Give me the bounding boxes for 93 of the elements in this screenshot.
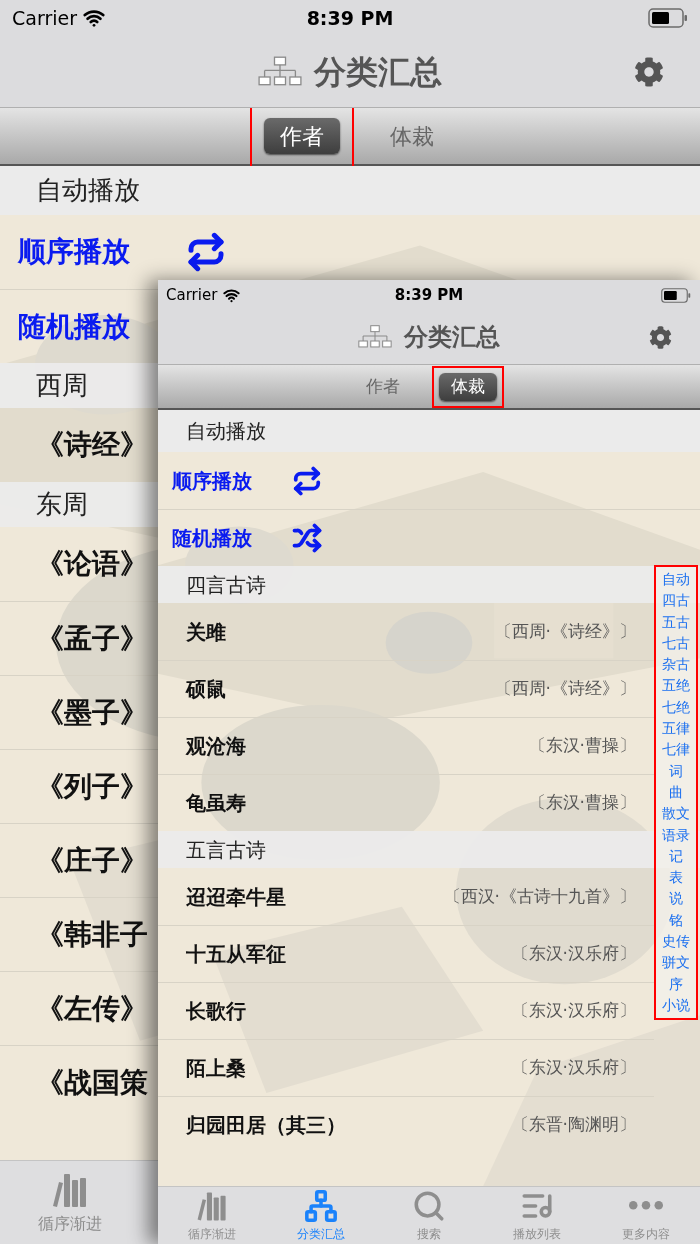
battery-icon [660,287,692,303]
play-mode-link[interactable]: 顺序播放 [172,465,252,496]
index-item[interactable]: 七古 [662,632,690,655]
list-row[interactable]: 《诗经》 [0,408,158,482]
row-title: 十五从军征 [186,941,286,968]
play-mode-link[interactable]: 顺序播放 [18,231,130,273]
index-item[interactable]: 自动 [662,569,690,591]
tab-item[interactable]: 播放列表 [483,1187,592,1244]
nav-title: 分类汇总 [404,322,500,353]
carrier-label: Carrier [166,284,218,306]
row-title: 《诗经》 [36,427,148,463]
index-item[interactable]: 说 [669,888,683,910]
index-item[interactable]: 序 [669,973,683,995]
row-source: 〔东汉·曹操〕 [528,734,636,758]
wifi-icon [83,7,105,29]
row-title: 观沧海 [186,733,246,760]
settings-icon[interactable] [649,325,672,349]
list-row[interactable]: 归园田居（其三） 〔东晋·陶渊明〕 [158,1096,654,1153]
index-item[interactable]: 五绝 [662,675,690,697]
index-item[interactable]: 七律 [662,739,690,761]
index-item[interactable]: 杂古 [662,654,690,676]
list-row[interactable]: 陌上桑 〔东汉·汉乐府〕 [158,1039,654,1096]
segment-tab[interactable]: 体裁 [374,118,450,154]
time-label: 8:39 PM [394,284,464,306]
row-source: 〔东汉·汉乐府〕 [511,942,636,966]
row-title: 归园田居（其三） [186,1112,346,1139]
row-title: 长歌行 [186,998,246,1025]
index-item[interactable]: 史传 [662,931,690,953]
index-item[interactable]: 小说 [662,994,690,1017]
row-source: 〔西周·《诗经》〕 [494,619,636,643]
row-title: 硕鼠 [186,676,226,703]
list-row[interactable]: 《论语》 [0,527,158,601]
row-title: 迢迢牵牛星 [186,883,286,911]
row-title: 《韩非子 [36,916,148,953]
shuffle-icon [292,523,322,553]
row-source: 〔东汉·汉乐府〕 [511,1056,636,1080]
section-header: 自动播放 [158,410,700,452]
row-title: 《战国策 [36,1064,148,1101]
index-item[interactable]: 五律 [662,718,690,740]
repeat-icon [292,465,322,496]
more-icon [628,1201,663,1210]
section-header: 西周 [0,363,158,408]
row-title: 《左传》 [36,990,148,1027]
index-item[interactable]: 四古 [662,590,690,612]
segment-tab[interactable]: 作者 [264,118,340,154]
row-source: 〔东汉·曹操〕 [528,791,636,815]
row-source: 〔西周·《诗经》〕 [494,677,636,701]
repeat-icon [186,232,226,272]
play-mode-link[interactable]: 随机播放 [18,305,130,348]
segment-tab[interactable]: 作者 [354,372,412,401]
row-title: 《论语》 [36,546,148,582]
carrier-label: Carrier [12,5,77,31]
index-item[interactable]: 曲 [669,781,683,804]
search-icon [412,1188,446,1223]
index-item[interactable]: 散文 [662,803,690,825]
index-item[interactable]: 语录 [662,824,690,846]
row-title: 关雎 [186,618,226,646]
tab-item[interactable]: 循序渐进 [158,1187,267,1244]
sitemap-icon [303,1188,338,1223]
list-row[interactable]: 迢迢牵牛星 〔西汉·《古诗十九首》〕 [158,868,654,925]
index-item[interactable]: 五古 [662,611,690,633]
settings-icon[interactable] [634,56,664,87]
row-title: 龟虽寿 [186,790,246,817]
row-title: 《庄子》 [36,842,148,879]
row-title: 《孟子》 [36,620,148,657]
battery-icon [648,8,688,28]
nav-title: 分类汇总 [314,51,442,93]
tab-item[interactable]: 更多内容 [591,1187,700,1244]
row-title: 《列子》 [36,768,148,805]
tab-item[interactable]: 循序渐进 [0,1161,140,1244]
row-title: 《墨子》 [36,694,148,731]
row-title: 陌上桑 [186,1055,246,1082]
index-item[interactable]: 记 [669,845,683,868]
index-item[interactable]: 七绝 [662,696,690,719]
segment-tab[interactable]: 体裁 [439,372,497,401]
section-header: 东周 [0,482,158,527]
sitemap-icon [358,324,392,350]
index-item[interactable]: 铭 [669,909,683,932]
section-header: 自动播放 [0,166,700,215]
row-source: 〔西汉·《古诗十九首》〕 [443,884,636,908]
row-source: 〔东汉·汉乐府〕 [511,999,636,1023]
list-row[interactable]: 关雎 〔西周·《诗经》〕 [158,603,654,660]
play-mode-link[interactable]: 随机播放 [172,523,252,553]
list-row[interactable]: 长歌行 〔东汉·汉乐府〕 [158,982,654,1039]
sitemap-icon [258,55,302,88]
tab-item[interactable]: 分类汇总 [266,1187,375,1244]
wifi-icon [223,286,241,304]
row-source: 〔东晋·陶渊明〕 [511,1113,636,1137]
tab-item[interactable]: 搜索 [374,1187,484,1244]
index-item[interactable]: 表 [669,867,683,889]
index-item[interactable]: 词 [669,760,683,782]
time-label: 8:39 PM [306,5,394,31]
index-item[interactable]: 骈文 [662,952,690,974]
